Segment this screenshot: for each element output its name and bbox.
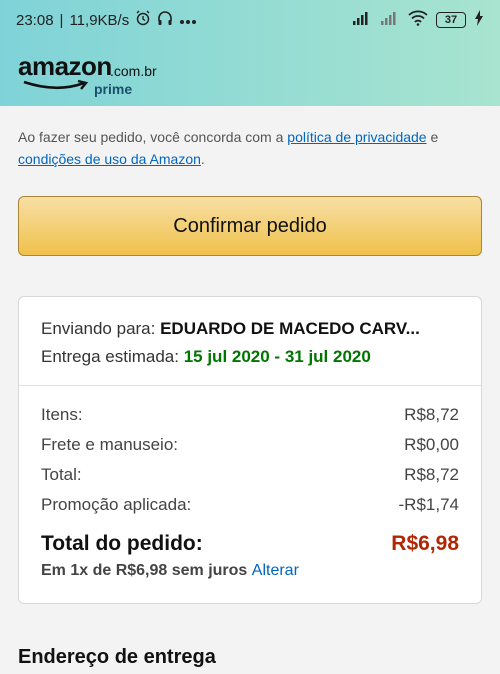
privacy-policy-link[interactable]: política de privacidade — [287, 129, 426, 145]
price-breakdown: Itens: R$8,72 Frete e manuseio: R$0,00 T… — [19, 386, 481, 580]
order-summary-card: Enviando para: EDUARDO DE MACEDO CARV...… — [18, 296, 482, 604]
ship-to-line: Enviando para: EDUARDO DE MACEDO CARV... — [41, 315, 459, 343]
terms-notice: Ao fazer seu pedido, você concorda com a… — [18, 126, 482, 170]
status-bar: 23:08 | 11,9KB/s 37 — [0, 0, 500, 40]
installments-line: Em 1x de R$6,98 sem juros Alterar — [41, 562, 459, 580]
wifi-icon — [408, 10, 428, 30]
order-total-value: R$6,98 — [391, 532, 459, 555]
status-separator: | — [59, 11, 64, 29]
confirm-order-button[interactable]: Confirmar pedido — [18, 196, 482, 256]
status-speed: 11,9KB/s — [69, 11, 130, 29]
summary-row-label: Frete e manuseio: — [41, 435, 179, 454]
status-left: 23:08 | 11,9KB/s — [16, 10, 197, 30]
logo-main-text: amazon — [18, 51, 112, 81]
summary-row-value: R$8,72 — [404, 465, 459, 484]
more-icon — [179, 12, 197, 29]
shipping-info: Enviando para: EDUARDO DE MACEDO CARV...… — [19, 297, 481, 386]
delivery-address-heading: Endereço de entrega — [18, 646, 216, 668]
app-header: amazon .com.br prime — [0, 40, 500, 106]
summary-row-label: Promoção aplicada: — [41, 495, 192, 514]
signal-icon — [352, 11, 372, 29]
summary-row-shipping: Frete e manuseio: R$0,00 — [41, 430, 459, 460]
terms-suffix: . — [200, 151, 205, 167]
summary-row-items: Itens: R$8,72 — [41, 400, 459, 430]
order-total-label: Total do pedido: — [41, 532, 203, 555]
summary-row-label: Itens: — [41, 405, 83, 424]
status-right: 37 — [352, 10, 484, 30]
smile-arrow-icon — [23, 79, 89, 90]
alarm-icon — [135, 10, 151, 30]
summary-row-value: R$8,72 — [404, 405, 459, 424]
summary-row-value: R$0,00 — [404, 435, 459, 454]
estimated-delivery-line: Entrega estimada: 15 jul 2020 - 31 jul 2… — [41, 343, 459, 371]
amazon-prime-logo[interactable]: amazon .com.br prime — [18, 49, 178, 97]
installments-text: Em 1x de R$6,98 sem juros — [41, 562, 252, 579]
battery-icon: 37 — [436, 12, 466, 28]
terms-middle: e — [426, 129, 439, 145]
order-total-row: Total do pedido: R$6,98 — [41, 532, 459, 556]
ship-to-label: Enviando para: — [41, 319, 161, 338]
change-installments-link[interactable]: Alterar — [252, 562, 299, 579]
terms-prefix: Ao fazer seu pedido, você concorda com a — [18, 129, 288, 145]
summary-row-label: Total: — [41, 465, 82, 484]
estimated-delivery-label: Entrega estimada: — [41, 347, 184, 366]
conditions-of-use-link[interactable]: condições de uso da Amazon — [18, 151, 201, 167]
summary-row-total: Total: R$8,72 — [41, 460, 459, 490]
estimated-delivery-dates: 15 jul 2020 - 31 jul 2020 — [183, 347, 371, 366]
status-time: 23:08 — [16, 11, 54, 29]
signal-icon-secondary — [380, 11, 400, 29]
headphones-icon — [157, 10, 173, 30]
logo-domain-text: .com.br — [110, 63, 157, 79]
summary-row-promotion: Promoção aplicada: -R$1,74 — [41, 490, 459, 520]
summary-row-value: -R$1,74 — [398, 495, 459, 514]
ship-to-name: EDUARDO DE MACEDO CARV... — [160, 319, 420, 338]
charging-icon — [474, 10, 484, 30]
logo-prime-text: prime — [94, 81, 133, 97]
